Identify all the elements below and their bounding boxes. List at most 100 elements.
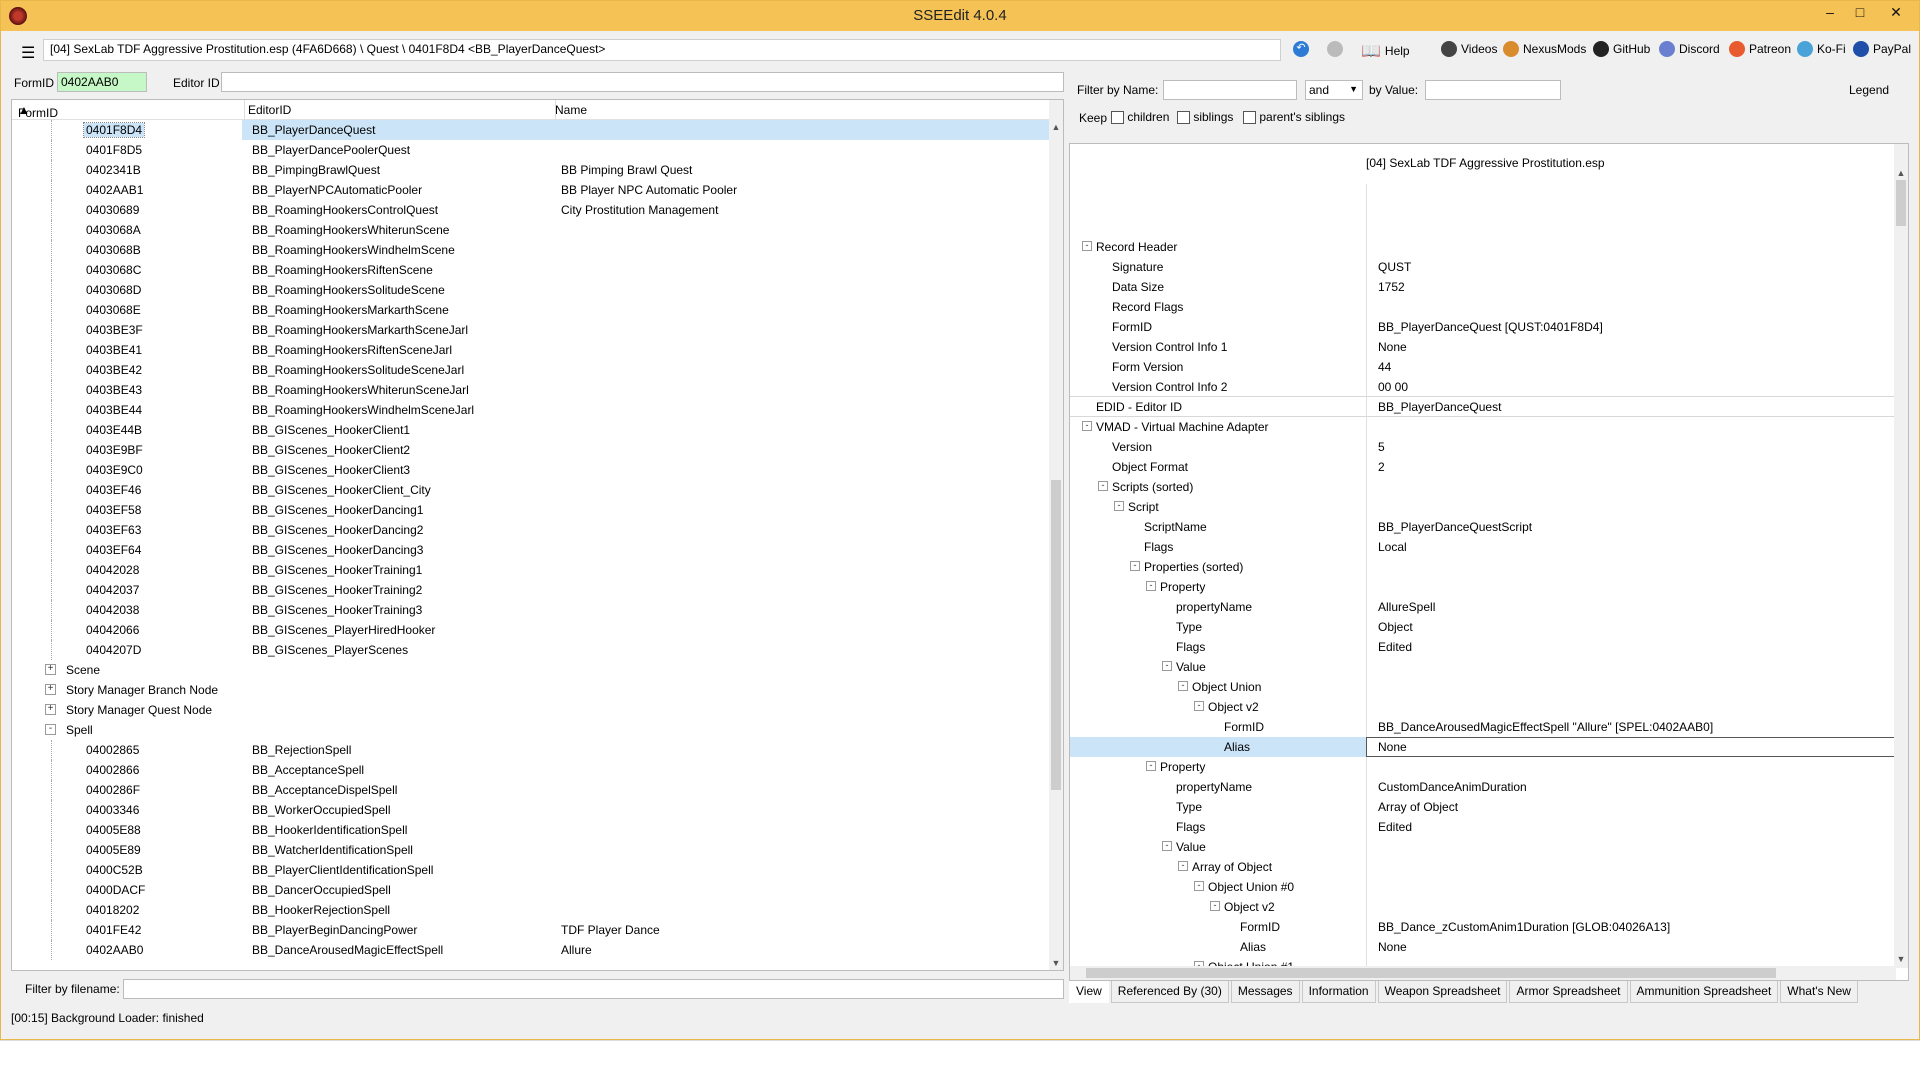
table-row[interactable]: 0403068B BB_RoamingHookersWindhelmScene — [12, 240, 1052, 260]
scroll-down-icon[interactable]: ▼ — [1049, 958, 1063, 968]
scroll-thumb[interactable] — [1051, 480, 1061, 790]
record-field-row[interactable]: Object Format 2 — [1070, 457, 1898, 477]
record-field-row[interactable]: FormID BB_Dance_zCustomAnim1Duration [GLO… — [1070, 917, 1898, 937]
record-field-row[interactable]: ScriptName BB_PlayerDanceQuestScript — [1070, 517, 1898, 537]
collapse-icon[interactable]: - — [1194, 881, 1204, 891]
collapse-icon[interactable]: - — [1146, 581, 1156, 591]
record-field-row[interactable]: Version Control Info 1 None — [1070, 337, 1898, 357]
view-scrollbar[interactable]: ▲ ▼ — [1894, 144, 1908, 968]
table-row[interactable]: 04018202 BB_HookerRejectionSpell — [12, 900, 1052, 920]
tree-group[interactable]: - Spell — [12, 720, 1052, 740]
collapse-icon[interactable]: - — [1098, 481, 1108, 491]
table-row[interactable]: 0403BE41 BB_RoamingHookersRiftenSceneJarl — [12, 340, 1052, 360]
record-field-row[interactable]: - Value — [1070, 837, 1898, 857]
close-icon[interactable]: ✕ — [1881, 1, 1911, 25]
help-button[interactable]: 📖 Help — [1361, 41, 1410, 61]
tree-group[interactable]: + Story Manager Branch Node — [12, 680, 1052, 700]
filename-filter-input[interactable] — [123, 979, 1064, 999]
table-row[interactable]: 04042066 BB_GIScenes_PlayerHiredHooker — [12, 620, 1052, 640]
table-row[interactable]: 0402341B BB_PimpingBrawlQuest BB Pimping B… — [12, 160, 1052, 180]
table-row[interactable]: 04042037 BB_GIScenes_HookerTraining2 — [12, 580, 1052, 600]
paypal-button[interactable]: PayPal — [1853, 41, 1911, 57]
back-icon[interactable]: ↶ — [1293, 41, 1309, 57]
collapse-icon[interactable]: - — [1162, 841, 1172, 851]
tab-view[interactable]: View — [1069, 981, 1109, 1003]
record-field-row[interactable]: Alias None — [1070, 737, 1898, 757]
legend-button[interactable]: Legend — [1849, 83, 1889, 97]
record-field-row[interactable]: FormID BB_DanceArousedMagicEffectSpell "A… — [1070, 717, 1898, 737]
table-row[interactable]: 0403EF46 BB_GIScenes_HookerClient_City — [12, 480, 1052, 500]
filter-name-input[interactable] — [1163, 80, 1297, 100]
col-editorid-header[interactable]: EditorID — [248, 103, 291, 117]
tree-group[interactable]: + Scene — [12, 660, 1052, 680]
table-row[interactable]: 04042028 BB_GIScenes_HookerTraining1 — [12, 560, 1052, 580]
tree-scrollbar[interactable]: ▲ ▼ — [1049, 100, 1063, 970]
record-field-row[interactable]: - Object Union — [1070, 677, 1898, 697]
table-row[interactable]: 0400286F BB_AcceptanceDispelSpell — [12, 780, 1052, 800]
record-field-row[interactable]: - Property — [1070, 577, 1898, 597]
scroll-up-icon[interactable]: ▲ — [1049, 122, 1063, 132]
record-field-row[interactable]: -Object v2 — [1070, 697, 1898, 717]
record-field-row[interactable]: Signature QUST — [1070, 257, 1898, 277]
tab-ammunition-spreadsheet[interactable]: Ammunition Spreadsheet — [1629, 981, 1779, 1003]
nexusmods-button[interactable]: NexusMods — [1503, 41, 1586, 57]
record-tree[interactable]: FormID ▲ EditorID Name 0401F8D4 BB_Player… — [11, 99, 1064, 971]
tab-information[interactable]: Information — [1301, 981, 1376, 1003]
keep-siblings-checkbox[interactable]: siblings — [1177, 110, 1233, 125]
table-row[interactable]: 0403068E BB_RoamingHookersMarkarthScene — [12, 300, 1052, 320]
table-row[interactable]: 04003346 BB_WorkerOccupiedSpell — [12, 800, 1052, 820]
forward-icon[interactable] — [1327, 41, 1343, 57]
videos-button[interactable]: Videos — [1441, 41, 1497, 57]
record-field-row[interactable]: FormID BB_PlayerDanceQuest [QUST:0401F8D4… — [1070, 317, 1898, 337]
record-field-row[interactable]: Alias None — [1070, 937, 1898, 957]
record-field-row[interactable]: - Object Union #0 — [1070, 877, 1898, 897]
record-field-row[interactable]: Flags Local — [1070, 537, 1898, 557]
table-row[interactable]: 04005E89 BB_WatcherIdentificationSpell — [12, 840, 1052, 860]
table-row[interactable]: 0403068D BB_RoamingHookersSolitudeScene — [12, 280, 1052, 300]
record-field-row[interactable]: - Property — [1070, 757, 1898, 777]
view-scroll-up-icon[interactable]: ▲ — [1894, 168, 1908, 178]
record-field-row[interactable]: EDID - Editor ID BB_PlayerDanceQuest — [1070, 397, 1898, 417]
table-row[interactable]: 04002865 BB_RejectionSpell — [12, 740, 1052, 760]
and-or-select[interactable]: and ▼ — [1305, 80, 1363, 100]
table-row[interactable]: 0401FE42 BB_PlayerBeginDancingPower TDF Pl… — [12, 920, 1052, 940]
keep-children-checkbox[interactable]: children — [1111, 110, 1169, 125]
table-row[interactable]: 0403EF64 BB_GIScenes_HookerDancing3 — [12, 540, 1052, 560]
view-scroll-down-icon[interactable]: ▼ — [1894, 954, 1908, 964]
menu-icon[interactable]: ☰ — [21, 43, 35, 63]
record-field-row[interactable]: - Script — [1070, 497, 1898, 517]
table-row[interactable]: 0402AAB0 BB_DanceArousedMagicEffectSpell A… — [12, 940, 1052, 960]
record-path[interactable]: [04] SexLab TDF Aggressive Prostitution.… — [43, 39, 1281, 61]
table-row[interactable]: 0400C52B BB_PlayerClientIdentificationSpe… — [12, 860, 1052, 880]
github-button[interactable]: GitHub — [1593, 41, 1650, 57]
record-field-row[interactable]: - Record Header — [1070, 237, 1898, 257]
view-scroll-thumb[interactable] — [1896, 180, 1906, 226]
record-field-row[interactable]: Type Object — [1070, 617, 1898, 637]
tab-referenced-by-30[interactable]: Referenced By (30) — [1110, 981, 1229, 1003]
table-row[interactable]: 0400DACF BB_DancerOccupiedSpell — [12, 880, 1052, 900]
view-hscroll-thumb[interactable] — [1086, 968, 1776, 978]
table-row[interactable]: 0401F8D4 BB_PlayerDanceQuest — [12, 120, 1052, 140]
record-field-row[interactable]: - VMAD - Virtual Machine Adapter — [1070, 417, 1898, 437]
table-row[interactable]: 04002866 BB_AcceptanceSpell — [12, 760, 1052, 780]
record-field-row[interactable]: Data Size 1752 — [1070, 277, 1898, 297]
col-formid-header[interactable]: FormID ▲ — [18, 103, 58, 120]
record-field-row[interactable]: - Array of Object — [1070, 857, 1898, 877]
record-field-row[interactable]: propertyName AllureSpell — [1070, 597, 1898, 617]
record-field-row[interactable]: - Value — [1070, 657, 1898, 677]
record-field-row[interactable]: Record Flags — [1070, 297, 1898, 317]
table-row[interactable]: 0403E44B BB_GIScenes_HookerClient1 — [12, 420, 1052, 440]
record-view[interactable]: [04] SexLab TDF Aggressive Prostitution.… — [1069, 143, 1909, 981]
col-name-header[interactable]: Name — [555, 103, 587, 117]
table-row[interactable]: 0401F8D5 BB_PlayerDancePoolerQuest — [12, 140, 1052, 160]
view-hscrollbar[interactable] — [1070, 966, 1896, 980]
tab-armor-spreadsheet[interactable]: Armor Spreadsheet — [1509, 981, 1628, 1003]
formid-input[interactable] — [57, 72, 147, 92]
collapse-icon[interactable]: - — [1178, 861, 1188, 871]
discord-button[interactable]: Discord — [1659, 41, 1720, 57]
tab-what-s-new[interactable]: What's New — [1780, 981, 1858, 1003]
collapse-icon[interactable]: - — [1194, 701, 1204, 711]
table-row[interactable]: 0403068C BB_RoamingHookersRiftenScene — [12, 260, 1052, 280]
table-row[interactable]: 0403BE42 BB_RoamingHookersSolitudeSceneJa… — [12, 360, 1052, 380]
tree-group[interactable]: + Story Manager Quest Node — [12, 700, 1052, 720]
